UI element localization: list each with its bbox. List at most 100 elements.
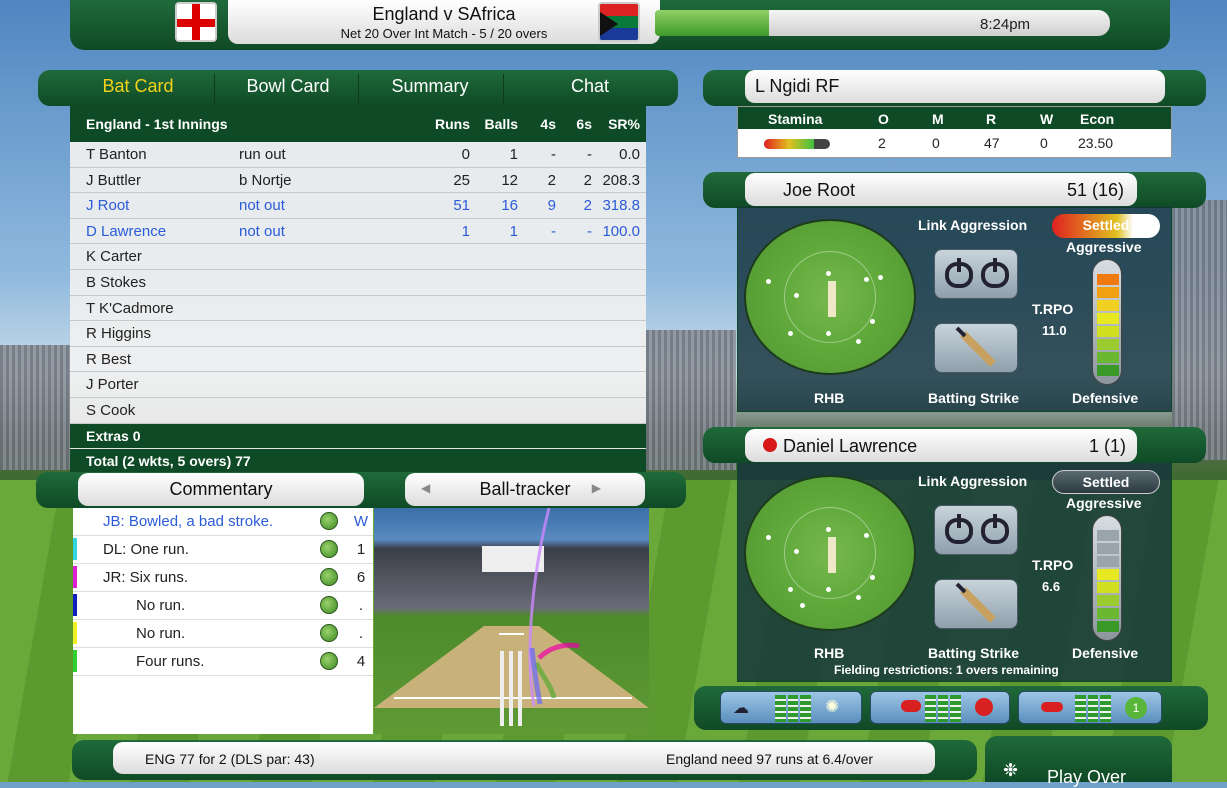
batsman2-strike-label: Batting Strike — [928, 645, 1020, 661]
batter-row[interactable]: J Porter — [70, 372, 646, 398]
overs-progress-fill — [655, 10, 769, 36]
target-line: England need 97 runs at 6.4/over — [666, 751, 874, 767]
next-arrow-icon[interactable]: ▶ — [592, 481, 601, 495]
batter-row[interactable]: B Stokes — [70, 270, 646, 296]
field-control-button[interactable]: 1 — [1018, 691, 1162, 724]
match-info: England v SAfrica Net 20 Over Int Match … — [228, 0, 660, 44]
batsman1-field-map[interactable] — [744, 219, 916, 375]
tab-ball-tracker[interactable]: ◀ Ball-tracker ▶ — [405, 473, 645, 506]
ball-result: 6 — [356, 569, 366, 586]
match-header-bar: England v SAfrica Net 20 Over Int Match … — [70, 0, 1170, 50]
ball-speed-icon — [901, 700, 921, 712]
score-line: ENG 77 for 2 (DLS par: 43) — [145, 751, 315, 767]
commentary-row[interactable]: DL: One run. 1 — [73, 536, 373, 564]
batter-name: R Best — [86, 350, 132, 368]
batsman2-bat-icon[interactable] — [934, 579, 1018, 629]
bowler-name[interactable]: L Ngidi RF — [745, 70, 1165, 103]
batter-row[interactable]: S Cook — [70, 398, 646, 424]
batsman1-trpo-label: T.RPO — [1032, 301, 1074, 317]
batter-row[interactable]: T K'Cadmore — [70, 296, 646, 322]
ball-result: . — [358, 625, 364, 642]
batter-fours: - — [551, 222, 556, 240]
grandstand-left — [0, 345, 70, 470]
batsman1-link-label: Link Aggression — [918, 217, 1028, 233]
batsman1-panel: Link Aggression Settled Aggressive T.RPO… — [737, 206, 1172, 412]
bowling-control-button[interactable] — [870, 691, 1010, 724]
bowler-wickets: 0 — [1040, 135, 1048, 151]
batsman1-strike-label: Batting Strike — [928, 390, 1020, 406]
batter-row[interactable]: K Carter — [70, 244, 646, 270]
stat-econ-label: Econ — [1080, 111, 1115, 127]
scorecard-tabs: Bat Card Bowl Card Summary Chat — [38, 70, 678, 106]
weather-icon: ☁ — [733, 700, 749, 717]
batsman2-name-tab[interactable]: Daniel Lawrence 1 (1) — [745, 429, 1137, 462]
ball-result: 4 — [356, 653, 366, 670]
batter-color-marker — [73, 594, 77, 616]
batsman2-aggression-meter[interactable] — [1092, 515, 1122, 641]
batsman1-name: Joe Root — [783, 180, 856, 200]
grandstand-right — [1172, 200, 1227, 460]
batter-name: T Banton — [86, 146, 147, 163]
batter-fours: 2 — [547, 171, 556, 189]
batter-fours: 9 — [547, 197, 556, 215]
ball-replay-icon[interactable] — [320, 624, 338, 642]
ball-replay-icon[interactable] — [320, 540, 338, 558]
batsman2-link-icon[interactable] — [934, 505, 1018, 555]
batter-row[interactable]: R Best — [70, 347, 646, 373]
col-sixes: 6s — [576, 116, 592, 132]
batsman1-aggressive-label: Aggressive — [1066, 239, 1142, 255]
commentary-row[interactable]: No run.. — [73, 620, 373, 648]
batter-sixes: - — [587, 146, 592, 163]
batsman1-hand: RHB — [814, 390, 845, 406]
weather-light-button[interactable]: ☁ ✺ — [720, 691, 862, 724]
batsman1-link-icon[interactable] — [934, 249, 1018, 299]
tab-bowl-card[interactable]: Bowl Card — [218, 76, 358, 97]
batter-name: J Porter — [86, 376, 139, 394]
batter-row[interactable]: J Buttler b Nortje 25 12 2 2 208.3 — [70, 168, 646, 194]
batsman2-field-map[interactable] — [744, 475, 916, 631]
ball-replay-icon[interactable] — [320, 512, 338, 530]
batsman2-mode-toggle[interactable]: Settled — [1052, 470, 1160, 494]
tab-commentary[interactable]: Commentary — [78, 473, 364, 506]
batter-row[interactable]: R Higgins — [70, 321, 646, 347]
batter-fours: - — [551, 146, 556, 163]
commentary-row[interactable]: No run.. — [73, 592, 373, 620]
ball-replay-icon[interactable] — [320, 596, 338, 614]
play-over-button[interactable]: ❉ Play Over — [985, 736, 1172, 787]
stump-1 — [500, 651, 504, 726]
batter-sr: 318.8 — [602, 197, 640, 215]
ball-replay-icon[interactable] — [320, 568, 338, 586]
stat-m-label: M — [932, 111, 944, 127]
batter-balls: 16 — [501, 197, 518, 215]
batsman2-hand: RHB — [814, 645, 845, 661]
batter-name: S Cook — [86, 402, 136, 419]
batsman1-bat-icon[interactable] — [934, 323, 1018, 373]
batter-name: J Root — [86, 197, 130, 215]
tab-chat[interactable]: Chat — [520, 76, 660, 97]
ball-replay-icon[interactable] — [320, 652, 338, 670]
batsman2-trpo-value: 6.6 — [1042, 579, 1061, 594]
batsman1-mode-toggle[interactable]: Settled — [1052, 214, 1160, 238]
batter-row[interactable]: D Lawrence not out 1 1- -100.0 — [70, 219, 646, 245]
batter-color-marker — [73, 622, 77, 644]
bowler-maidens: 0 — [932, 135, 940, 151]
batter-row[interactable]: J Root not out 51 16 9 2 318.8 — [70, 193, 646, 219]
batsman1-name-tab[interactable]: Joe Root 51 (16) — [745, 173, 1137, 206]
tab-summary[interactable]: Summary — [360, 76, 500, 97]
batsman2-panel: Link Aggression Settled Aggressive T.RPO… — [737, 462, 1172, 682]
commentary-row[interactable]: JR: Six runs. 6 — [73, 564, 373, 592]
batter-sr: 0.0 — [619, 146, 640, 163]
commentary-row[interactable]: JB: Bowled, a bad stroke. W — [73, 508, 373, 536]
prev-arrow-icon[interactable]: ◀ — [421, 481, 430, 495]
batter-balls: 1 — [509, 146, 518, 163]
batter-row[interactable]: T Banton run out 0 1 - - 0.0 — [70, 142, 646, 168]
batsman1-aggression-meter[interactable] — [1092, 259, 1122, 385]
tab-bat-card[interactable]: Bat Card — [68, 76, 208, 97]
batsman1-trpo-value: 11.0 — [1042, 323, 1067, 338]
commentary-text: No run. — [136, 597, 186, 614]
control-strip: ☁ ✺ 1 — [694, 686, 1208, 730]
commentary-row[interactable]: Four runs. 4 — [73, 648, 373, 676]
batter-runs: 51 — [453, 197, 470, 215]
stump-3 — [518, 651, 522, 726]
batting-scorecard: England - 1st Innings Runs Balls 4s 6s S… — [70, 106, 646, 473]
